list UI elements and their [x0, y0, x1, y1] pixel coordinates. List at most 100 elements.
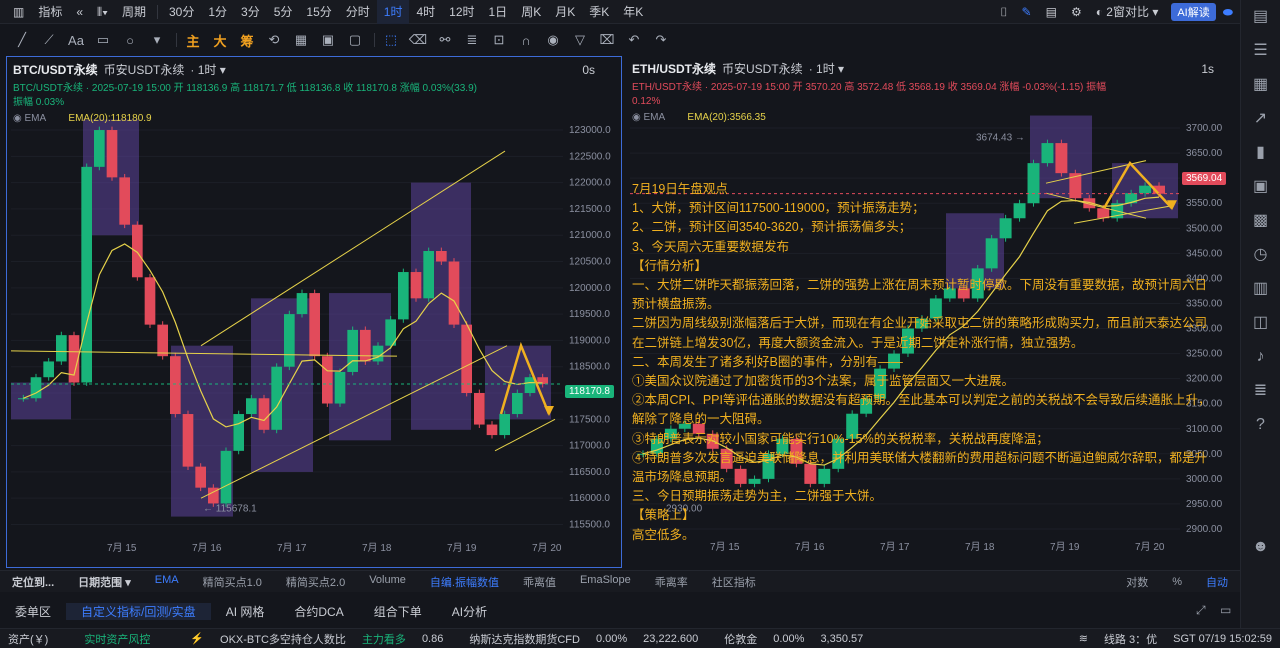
btc-chart[interactable]: 123000.0 122500.0 122000.0 121500.0 121000.0… — [7, 57, 623, 569]
eye-icon[interactable]: ◉ — [13, 113, 25, 124]
indicator-tab-2[interactable]: 精简买点2.0 — [274, 574, 357, 590]
log-scale-toggle[interactable]: 对数 — [1114, 574, 1160, 590]
period-dropdown[interactable]: 周期 — [115, 0, 153, 24]
ai-button[interactable]: AI解读 — [1171, 2, 1216, 21]
ray-tool-icon[interactable]: ⟋ — [37, 32, 61, 48]
compare-button[interactable]: ◐ 2窗对比 ▾ — [1089, 0, 1166, 24]
eth-chart-panel[interactable]: 3700.003650.003600.003550.003500.003450.… — [626, 56, 1240, 568]
interval-13[interactable]: 年K — [616, 0, 650, 24]
interval-8[interactable]: 12时 — [442, 0, 481, 24]
layout-icon[interactable]: ▤ — [1039, 0, 1064, 24]
interval-10[interactable]: 周K — [514, 0, 548, 24]
risk-label[interactable]: 实时资产风控 — [76, 631, 158, 647]
interval-11[interactable]: 月K — [548, 0, 582, 24]
interval-12[interactable]: 季K — [582, 0, 616, 24]
bottom-tab-3[interactable]: 合约DCA — [279, 603, 358, 620]
btc-timeframe[interactable]: · 1时 ▾ — [190, 61, 225, 78]
pen-icon[interactable]: ✎ — [1015, 0, 1039, 24]
undo-arrow-icon[interactable]: ↶ — [622, 32, 646, 48]
collapse-icon[interactable]: ▭ — [1220, 603, 1231, 617]
undo-icon[interactable]: « — [69, 0, 90, 24]
more-icon[interactable]: ▾ — [145, 32, 169, 48]
date-range-dropdown[interactable]: 日期范围 ▾ — [66, 574, 143, 590]
indicator-tab-1[interactable]: 精简买点1.0 — [191, 574, 274, 590]
interval-4[interactable]: 15分 — [299, 0, 338, 24]
help-icon[interactable]: ? — [1241, 408, 1280, 442]
redo-arrow-icon[interactable]: ↷ — [649, 32, 673, 48]
panel-icon[interactable]: ▥ — [1241, 272, 1280, 306]
line-tool-icon[interactable]: ╱ — [10, 32, 34, 48]
toggle-icon[interactable]: ⬬ — [1216, 0, 1240, 24]
bottom-tab-4[interactable]: 组合下单 — [359, 603, 437, 620]
main-tool[interactable]: 主 — [181, 31, 205, 50]
bottom-tab-2[interactable]: AI 网格 — [211, 603, 280, 620]
replay-icon[interactable]: ⟲ — [262, 32, 286, 48]
eth-chart[interactable]: 3700.003650.003600.003550.003500.003450.… — [626, 56, 1240, 568]
doc-icon[interactable]: ▦ — [1241, 68, 1280, 102]
bottom-tab-1[interactable]: 自定义指标/回测/实盘 — [66, 602, 211, 620]
box-icon[interactable]: ◫ — [1241, 306, 1280, 340]
chart-type-icon[interactable]: ⫴▾ — [90, 0, 115, 24]
rectangle-tool-icon[interactable]: ▭ — [91, 32, 115, 48]
eye-icon[interactable]: ◉ — [632, 112, 644, 123]
circle-tool-icon[interactable]: ○ — [118, 33, 142, 48]
highlight-box[interactable] — [329, 293, 391, 441]
interval-6[interactable]: 1时 — [376, 0, 410, 24]
gear-icon[interactable]: ⚙ — [1064, 0, 1089, 24]
eraser-icon[interactable]: ⌫ — [406, 32, 430, 48]
trend-icon[interactable]: ↗ — [1241, 102, 1280, 136]
interval-0[interactable]: 30分 — [162, 0, 201, 24]
bottom-tab-0[interactable]: 委单区 — [0, 603, 66, 620]
eth-symbol[interactable]: ETH/USDT永续 — [632, 60, 716, 77]
position-dropdown[interactable]: 定位到... — [0, 574, 66, 590]
mascot-icon[interactable]: ☻ — [1241, 530, 1280, 564]
indicator-tab-4[interactable]: 自编.振幅数值 — [418, 574, 511, 590]
expand-icon[interactable]: ⤢ — [1196, 603, 1206, 618]
btc-symbol[interactable]: BTC/USDT永续 — [13, 61, 98, 78]
grid-icon[interactable]: ▩ — [1241, 204, 1280, 238]
interval-9[interactable]: 1日 — [482, 0, 515, 24]
eye-icon[interactable]: ◉ — [541, 32, 565, 48]
wallet-icon[interactable]: ▣ — [1241, 170, 1280, 204]
interval-5[interactable]: 分时 — [339, 0, 377, 24]
bottom-tab-5[interactable]: AI分析 — [437, 603, 502, 620]
chart-icon[interactable]: ▮ — [1241, 136, 1280, 170]
indicator-icon[interactable]: ▥ — [6, 0, 31, 24]
interval-2[interactable]: 3分 — [234, 0, 267, 24]
indicator-tab-0[interactable]: EMA — [143, 574, 191, 590]
indicator-tab-6[interactable]: EmaSlope — [568, 574, 643, 590]
lock-icon[interactable]: ⊡ — [487, 32, 511, 48]
layers-icon[interactable]: ≣ — [1241, 374, 1280, 408]
select-icon[interactable]: ⬚ — [379, 32, 403, 48]
bell-icon[interactable]: ♪ — [1241, 340, 1280, 374]
ruler-icon[interactable]: ⚯ — [433, 32, 457, 48]
eth-timeframe[interactable]: · 1时 ▾ — [809, 60, 844, 77]
asset-label[interactable]: 资产(￥) — [0, 631, 56, 647]
large-tool[interactable]: 大 — [208, 31, 232, 50]
trash-icon[interactable]: ⌧ — [595, 32, 619, 48]
line-status[interactable]: 线路 3：优 — [1096, 631, 1165, 647]
clipboard-icon[interactable]: ▢ — [343, 32, 367, 48]
camera-icon[interactable]: ⌷ — [993, 0, 1014, 24]
auto-scale-toggle[interactable]: 自动 — [1194, 574, 1240, 590]
btc-chart-panel[interactable]: 123000.0 122500.0 122000.0 121500.0 121000.0… — [6, 56, 622, 568]
interval-1[interactable]: 1分 — [201, 0, 234, 24]
filter-icon[interactable]: ▽ — [568, 32, 592, 48]
chip-tool[interactable]: 筹 — [235, 31, 259, 50]
interval-3[interactable]: 5分 — [267, 0, 300, 24]
percent-scale-toggle[interactable]: % — [1160, 576, 1194, 588]
text-tool[interactable]: Aa — [64, 33, 88, 48]
clock-icon[interactable]: ◷ — [1241, 238, 1280, 272]
indicator-tab-5[interactable]: 乖离值 — [511, 574, 568, 590]
stack-icon[interactable]: ≣ — [460, 32, 484, 48]
interval-7[interactable]: 4时 — [409, 0, 442, 24]
calendar-icon[interactable]: ▣ — [316, 32, 340, 48]
magnet-icon[interactable]: ∩ — [514, 33, 538, 48]
indicator-tab-7[interactable]: 乖离率 — [643, 574, 700, 590]
orderbook-icon[interactable]: ▤ — [1241, 0, 1280, 34]
grid-icon[interactable]: ▦ — [289, 32, 313, 48]
indicator-tab-3[interactable]: Volume — [357, 574, 418, 590]
indicator-tab-8[interactable]: 社区指标 — [700, 574, 768, 590]
list-icon[interactable]: ☰ — [1241, 34, 1280, 68]
indicator-button[interactable]: 指标 — [31, 0, 69, 24]
